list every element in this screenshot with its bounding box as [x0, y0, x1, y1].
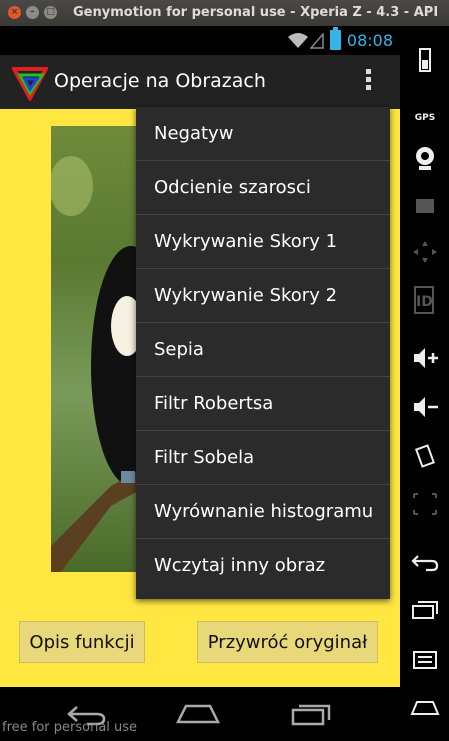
toucan-image	[51, 126, 147, 572]
gps-label: GPS	[414, 113, 436, 123]
id-icon[interactable]: ID	[414, 286, 434, 314]
recent-apps-icon[interactable]	[410, 596, 440, 624]
battery-icon	[330, 27, 341, 50]
menu-item-sepia[interactable]: Sepia	[136, 323, 390, 377]
camera-icon[interactable]	[410, 144, 440, 172]
dpad-icon[interactable]	[410, 238, 440, 266]
menu-item-skin-detection-1[interactable]: Wykrywanie Skory 1	[136, 215, 390, 269]
window-title: Genymotion for personal use - Xperia Z -…	[73, 5, 439, 20]
action-bar: Operacje na Obrazach	[0, 55, 400, 109]
id-label: ID	[416, 294, 433, 310]
scale-icon[interactable]	[410, 490, 440, 518]
video-icon[interactable]	[410, 191, 440, 219]
clock: 08:08	[346, 31, 393, 50]
app-title: Operacje na Obrazach	[54, 70, 266, 92]
menu-item-sobel-filter[interactable]: Filtr Sobela	[136, 431, 390, 485]
back-icon[interactable]	[410, 548, 440, 576]
gps-icon[interactable]: GPS	[410, 98, 440, 126]
menu-item-histogram-equalization[interactable]: Wyrównanie histogramu	[136, 485, 390, 539]
android-screen: 08:08 Operacje na Obrazach Negatyw Odcie…	[0, 26, 400, 741]
window-minimize-button[interactable]: –	[26, 6, 39, 19]
menu-item-roberts-filter[interactable]: Filtr Robertsa	[136, 377, 390, 431]
menu-item-negatyw[interactable]: Negatyw	[136, 107, 390, 161]
window-maximize-button[interactable]: □	[44, 6, 57, 19]
menu-item-skin-detection-2[interactable]: Wykrywanie Skory 2	[136, 269, 390, 323]
no-signal-icon	[310, 33, 324, 49]
app-logo-icon	[12, 67, 48, 101]
battery-widget-icon[interactable]	[410, 46, 440, 74]
wifi-icon	[288, 33, 308, 48]
menu-item-grayscale[interactable]: Odcienie szarosci	[136, 161, 390, 215]
window-titlebar: × – □ Genymotion for personal use - Xper…	[0, 0, 449, 26]
rotate-icon[interactable]	[410, 442, 440, 470]
status-bar: 08:08	[0, 26, 400, 55]
popup-menu: Negatyw Odcienie szarosci Wykrywanie Sko…	[136, 107, 390, 599]
home-icon[interactable]	[176, 702, 220, 726]
menu-item-load-image[interactable]: Wczytaj inny obraz	[136, 539, 390, 593]
volume-down-icon[interactable]	[410, 393, 440, 421]
window-close-button[interactable]: ×	[8, 6, 21, 19]
function-info-button[interactable]: Opis funkcji	[19, 621, 145, 663]
home-icon[interactable]	[410, 692, 440, 720]
overflow-menu-icon[interactable]	[362, 69, 374, 95]
recent-apps-icon[interactable]	[291, 702, 331, 726]
watermark: free for personal use	[2, 720, 138, 735]
restore-original-button[interactable]: Przywróć oryginał	[197, 621, 378, 663]
genymotion-side-panel: GPS ID	[400, 26, 449, 741]
menu-icon[interactable]	[410, 646, 440, 674]
volume-up-icon[interactable]	[410, 344, 440, 372]
